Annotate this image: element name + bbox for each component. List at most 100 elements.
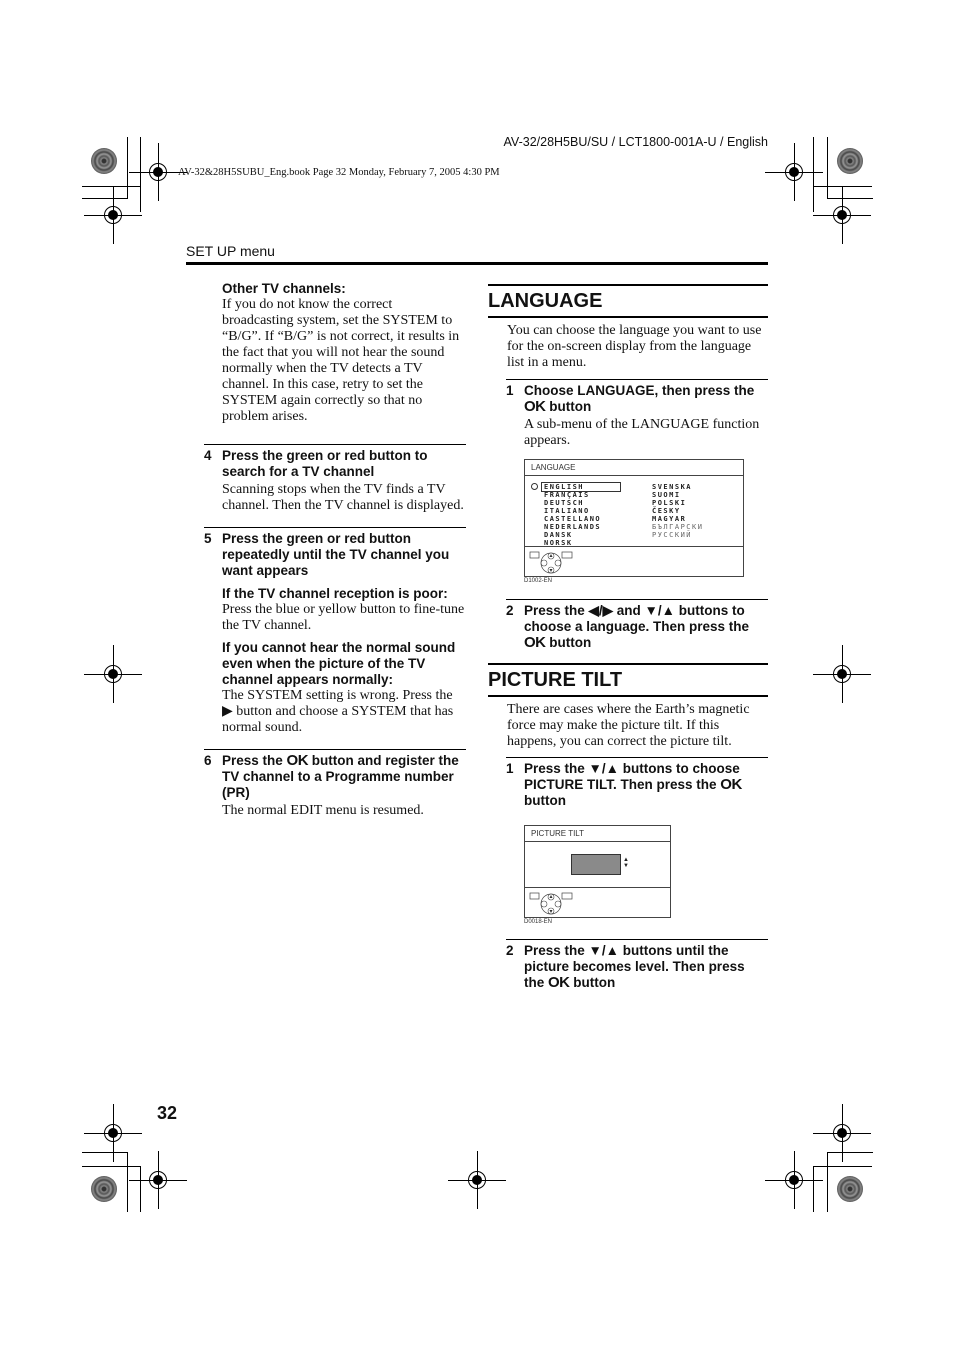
step-title: Press the ▼/▲ buttons until the picture … xyxy=(524,943,768,991)
ok-button-label: OK xyxy=(548,974,570,991)
language-column-2: SVENSKA SUOMI POLSKI ČESKY MAGYAR БЪЛГАР… xyxy=(652,483,703,539)
crop-line xyxy=(82,186,141,187)
language-option[interactable]: SUOMI xyxy=(652,491,703,499)
picture-tilt-intro: There are cases where the Earth’s magnet… xyxy=(507,702,750,749)
language-option[interactable]: DANSK xyxy=(544,531,601,539)
language-option[interactable]: ITALIANO xyxy=(544,507,601,515)
osd-language-list: ENGLISH FRANÇAIS DEUTSCH ITALIANO CASTEL… xyxy=(525,476,743,547)
other-channels-note: Other TV channels: If you do not know th… xyxy=(204,281,466,425)
language-option[interactable]: SVENSKA xyxy=(652,483,703,491)
language-option[interactable]: NEDERLANDS xyxy=(544,523,601,531)
registration-mark-icon xyxy=(813,1104,871,1162)
registration-target-icon xyxy=(837,148,863,174)
step-title-text: button xyxy=(545,399,592,414)
crop-line xyxy=(127,137,128,199)
section-label: SET UP menu xyxy=(186,243,275,259)
divider xyxy=(506,939,768,940)
step-title: Press the ▼/▲ buttons to choose PICTURE … xyxy=(524,761,768,809)
picture-tilt-osd-screen: PICTURE TILT ▲▼ xyxy=(524,825,671,918)
registration-mark-icon xyxy=(765,143,823,201)
step-text: The normal EDIT menu is resumed. xyxy=(222,803,424,818)
crop-line xyxy=(827,137,828,199)
registration-mark-icon xyxy=(765,1151,823,1209)
language-option[interactable]: POLSKI xyxy=(652,499,703,507)
registration-mark-icon xyxy=(448,1151,506,1209)
osd-title: PICTURE TILT xyxy=(525,826,670,842)
crop-line xyxy=(827,1152,828,1212)
language-option[interactable]: DEUTSCH xyxy=(544,499,601,507)
step-number: 1 xyxy=(506,761,514,776)
registration-mark-icon xyxy=(84,1104,142,1162)
language-option[interactable]: БЪЛГАРСКИ xyxy=(652,523,703,531)
language-intro: You can choose the language you want to … xyxy=(507,323,762,370)
crop-line xyxy=(82,198,128,199)
model-header: AV-32/28H5BU/SU / LCT1800-001A-U / Engli… xyxy=(503,135,768,149)
language-option[interactable]: ENGLISH xyxy=(544,483,601,491)
book-info-line: AV-32&28H5SUBU_Eng.book Page 32 Monday, … xyxy=(178,167,500,178)
ok-button-label: OK xyxy=(524,398,546,415)
radio-indicator-icon xyxy=(531,483,538,490)
step-5: 5 Press the green or red button repeated… xyxy=(204,531,466,736)
step-title: Press the ◀/▶ and ▼/▲ buttons to choose … xyxy=(524,603,768,651)
divider xyxy=(204,749,466,750)
reception-note: If the TV channel reception is poor: Pre… xyxy=(222,586,466,634)
ok-button-label: OK xyxy=(286,752,309,769)
language-step-1: 1 Choose LANGUAGE, then press the OK but… xyxy=(506,383,768,449)
picture-tilt-section-title: PICTURE TILT xyxy=(488,663,768,697)
language-osd-screen: LANGUAGE ENGLISH FRANÇAIS DEUTSCH ITALIA… xyxy=(524,459,744,577)
language-option[interactable]: РУССКИЙ xyxy=(652,531,703,539)
note-text: The SYSTEM setting is wrong. Press the ▶… xyxy=(222,688,454,735)
divider xyxy=(506,599,768,600)
osd-title: LANGUAGE xyxy=(525,460,743,476)
divider xyxy=(506,379,768,380)
osd-remote-hint xyxy=(525,887,670,917)
note-text: Press the blue or yellow button to fine-… xyxy=(222,602,465,633)
up-down-arrows-icon: ▲▼ xyxy=(623,857,629,869)
section-rule xyxy=(186,262,768,265)
crop-line xyxy=(140,1166,141,1212)
step-title: Choose LANGUAGE, then press the OK butto… xyxy=(524,383,768,415)
note-heading: Other TV channels: xyxy=(222,281,346,296)
step-number: 2 xyxy=(506,603,514,618)
divider xyxy=(506,757,768,758)
step-title: Press the OK button and register the TV … xyxy=(222,753,466,801)
osd-remote-hint xyxy=(525,546,743,576)
registration-mark-icon xyxy=(84,186,142,244)
step-number: 2 xyxy=(506,943,514,958)
tilt-value-bar[interactable] xyxy=(571,854,621,875)
language-option[interactable]: FRANÇAIS xyxy=(544,491,601,499)
language-option[interactable]: CASTELLANO xyxy=(544,515,601,523)
crop-line xyxy=(813,137,814,212)
step-text: A sub-menu of the LANGUAGE function appe… xyxy=(524,417,760,448)
ok-button-label: OK xyxy=(720,776,742,793)
crop-line xyxy=(82,1166,141,1167)
language-step-2: 2 Press the ◀/▶ and ▼/▲ buttons to choos… xyxy=(506,603,768,651)
crop-line xyxy=(813,1166,814,1212)
registration-mark-icon xyxy=(813,186,871,244)
crop-line xyxy=(813,1166,872,1167)
step-number: 1 xyxy=(506,383,514,398)
language-option[interactable]: MAGYAR xyxy=(652,515,703,523)
picture-tilt-step-1: 1 Press the ▼/▲ buttons to choose PICTUR… xyxy=(506,761,768,809)
language-option[interactable]: ČESKY xyxy=(652,507,703,515)
step-number: 6 xyxy=(204,753,212,768)
step-title-text: Choose LANGUAGE, then press the xyxy=(524,383,755,398)
crop-line xyxy=(827,1152,873,1153)
osd-tilt-adjuster: ▲▼ xyxy=(525,842,670,887)
crop-line xyxy=(827,198,873,199)
note-text: If you do not know the correct broadcast… xyxy=(222,297,460,424)
remote-dpad-icon xyxy=(529,551,573,574)
step-number: 4 xyxy=(204,448,212,463)
language-section-title: LANGUAGE xyxy=(488,284,768,318)
sound-note: If you cannot hear the normal sound even… xyxy=(222,640,466,736)
registration-target-icon xyxy=(91,148,117,174)
step-title-text: Press the xyxy=(222,753,287,768)
language-column-1: ENGLISH FRANÇAIS DEUTSCH ITALIANO CASTEL… xyxy=(544,483,601,547)
right-column: LANGUAGE You can choose the language you… xyxy=(488,284,768,991)
divider xyxy=(204,527,466,528)
note-heading: If the TV channel reception is poor: xyxy=(222,586,448,601)
crop-line xyxy=(140,137,141,212)
registration-mark-icon xyxy=(84,645,142,703)
step-title: Press the green or red button to search … xyxy=(222,448,428,479)
step-title: Press the green or red button repeatedly… xyxy=(222,531,450,578)
